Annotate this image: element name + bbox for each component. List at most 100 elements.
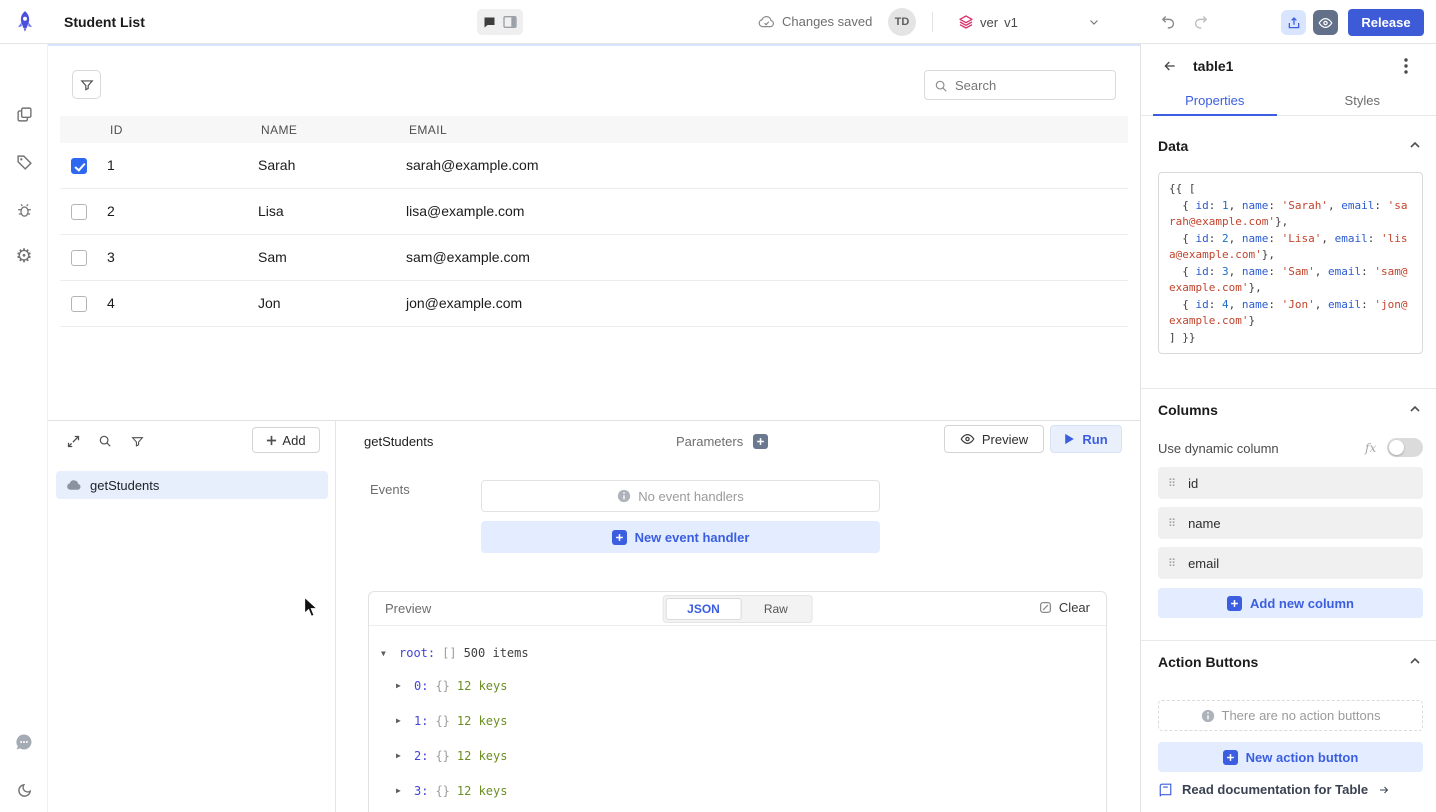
new-event-handler-button[interactable]: New event handler <box>481 521 880 553</box>
node-key: 2: <box>414 749 428 763</box>
cloud-check-icon <box>758 15 775 29</box>
plus-square-icon <box>612 530 627 545</box>
topbar: Student List Changes saved TD ver v1 <box>0 0 1436 44</box>
filter-queries-icon[interactable] <box>126 430 148 452</box>
pages-icon[interactable] <box>12 102 36 126</box>
tab-styles[interactable]: Styles <box>1289 86 1436 115</box>
query-list-item-getstudents[interactable]: getStudents <box>56 471 328 499</box>
node-key: 0: <box>414 679 428 693</box>
chevron-down-icon[interactable] <box>1088 16 1100 28</box>
new-action-button[interactable]: New action button <box>1158 742 1423 772</box>
query-title[interactable]: getStudents <box>364 434 433 449</box>
node-count: 12 keys <box>457 714 508 728</box>
comment-mode-icon[interactable] <box>482 15 497 30</box>
column-header-id[interactable]: ID <box>110 123 123 137</box>
undo-button[interactable] <box>1160 13 1177 30</box>
gear-icon[interactable]: ⚙ <box>12 244 36 268</box>
query-panel: Add getStudents getStudents Parameters P… <box>48 420 1140 812</box>
column-item-email[interactable]: ⠿ email <box>1158 547 1423 579</box>
section-columns-header[interactable]: Columns <box>1158 402 1218 418</box>
clear-label: Clear <box>1059 600 1090 615</box>
row-checkbox[interactable] <box>71 204 87 220</box>
node-key: 1: <box>414 714 428 728</box>
moon-theme-icon[interactable] <box>12 778 36 802</box>
new-action-button-label: New action button <box>1246 750 1359 765</box>
table-row[interactable]: 3 Sam sam@example.com <box>60 235 1128 281</box>
caret-down-icon[interactable]: ▼ <box>381 649 392 658</box>
back-arrow-icon[interactable] <box>1159 55 1181 77</box>
share-button[interactable] <box>1281 10 1306 35</box>
drag-handle-icon[interactable]: ⠿ <box>1168 477 1176 490</box>
section-action-buttons-header[interactable]: Action Buttons <box>1158 654 1258 670</box>
table-row[interactable]: 4 Jon jon@example.com <box>60 281 1128 327</box>
save-status-label: Changes saved <box>782 14 872 29</box>
collapse-caret-icon[interactable] <box>1410 142 1420 148</box>
info-icon <box>1201 709 1215 723</box>
table-header-row: ID NAME EMAIL <box>60 116 1128 143</box>
table-row[interactable]: 2 Lisa lisa@example.com <box>60 189 1128 235</box>
json-node[interactable]: ▶ 3: {} 12 keys <box>396 773 1106 808</box>
json-node[interactable]: ▶ 1: {} 12 keys <box>396 703 1106 738</box>
collapse-caret-icon[interactable] <box>1410 406 1420 412</box>
cell-email: jon@example.com <box>406 295 522 311</box>
app-logo[interactable] <box>11 8 39 36</box>
row-checkbox[interactable] <box>71 250 87 266</box>
release-button[interactable]: Release <box>1348 9 1424 36</box>
help-chat-icon[interactable] <box>12 730 36 754</box>
caret-right-icon[interactable]: ▶ <box>396 751 407 760</box>
node-type: {} <box>435 784 449 798</box>
json-node[interactable]: ▶ 2: {} 12 keys <box>396 738 1106 773</box>
cell-id: 2 <box>107 203 115 219</box>
expand-panel-icon[interactable] <box>62 430 84 452</box>
query-run-button[interactable]: Run <box>1050 425 1122 453</box>
table-row[interactable]: 1 Sarah sarah@example.com <box>60 143 1128 189</box>
pane-layout-icon[interactable] <box>502 14 518 30</box>
canvas-mode-toggle[interactable] <box>477 9 523 35</box>
caret-right-icon[interactable]: ▶ <box>396 786 407 795</box>
table-filter-button[interactable] <box>72 70 101 99</box>
kebab-menu-icon[interactable] <box>1395 57 1417 75</box>
caret-right-icon[interactable]: ▶ <box>396 681 407 690</box>
section-data-header[interactable]: Data <box>1158 138 1188 154</box>
save-status: Changes saved <box>758 14 872 29</box>
redo-button[interactable] <box>1192 13 1209 30</box>
row-checkbox[interactable] <box>71 296 87 312</box>
version-selector[interactable]: ver v1 <box>958 11 1018 33</box>
drag-handle-icon[interactable]: ⠿ <box>1168 517 1176 530</box>
user-avatar[interactable]: TD <box>888 8 916 36</box>
json-node[interactable]: ▶ 0: {} 12 keys <box>396 668 1106 703</box>
tab-raw[interactable]: Raw <box>742 598 810 620</box>
column-item-label: email <box>1188 556 1219 571</box>
drag-handle-icon[interactable]: ⠿ <box>1168 557 1176 570</box>
tab-properties[interactable]: Properties <box>1141 86 1289 115</box>
widget-name[interactable]: table1 <box>1193 58 1233 74</box>
row-checkbox[interactable] <box>71 158 87 174</box>
use-dynamic-column-toggle[interactable] <box>1387 438 1423 457</box>
fx-binding-icon[interactable]: fx <box>1365 441 1376 455</box>
table-search-input[interactable] <box>925 71 1115 99</box>
collapse-caret-icon[interactable] <box>1410 658 1420 664</box>
version-layers-icon <box>958 14 974 30</box>
column-item-id[interactable]: ⠿ id <box>1158 467 1423 499</box>
caret-right-icon[interactable]: ▶ <box>396 716 407 725</box>
preview-app-button[interactable] <box>1313 10 1338 35</box>
json-root-node[interactable]: ▼ root: [] 500 items <box>381 638 1106 668</box>
page-title: Student List <box>64 14 145 30</box>
read-documentation-link[interactable]: Read documentation for Table <box>1158 782 1391 797</box>
new-handler-label: New event handler <box>635 530 750 545</box>
query-preview-button[interactable]: Preview <box>944 425 1044 453</box>
no-handlers-label: No event handlers <box>638 489 744 504</box>
column-item-name[interactable]: ⠿ name <box>1158 507 1423 539</box>
table-data-code-editor[interactable]: {{ [ { id: 1, name: 'Sarah', email: 'sar… <box>1158 172 1423 354</box>
search-queries-icon[interactable] <box>94 430 116 452</box>
clear-response-button[interactable]: Clear <box>1039 600 1090 615</box>
add-parameter-button[interactable] <box>753 434 768 449</box>
column-header-email[interactable]: EMAIL <box>409 123 447 137</box>
tab-json[interactable]: JSON <box>665 598 742 620</box>
column-header-name[interactable]: NAME <box>261 123 297 137</box>
add-query-button[interactable]: Add <box>252 427 320 453</box>
tag-icon[interactable] <box>12 150 36 174</box>
bug-icon[interactable] <box>12 198 36 222</box>
add-new-column-button[interactable]: Add new column <box>1158 588 1423 618</box>
cell-name: Sarah <box>258 157 295 173</box>
